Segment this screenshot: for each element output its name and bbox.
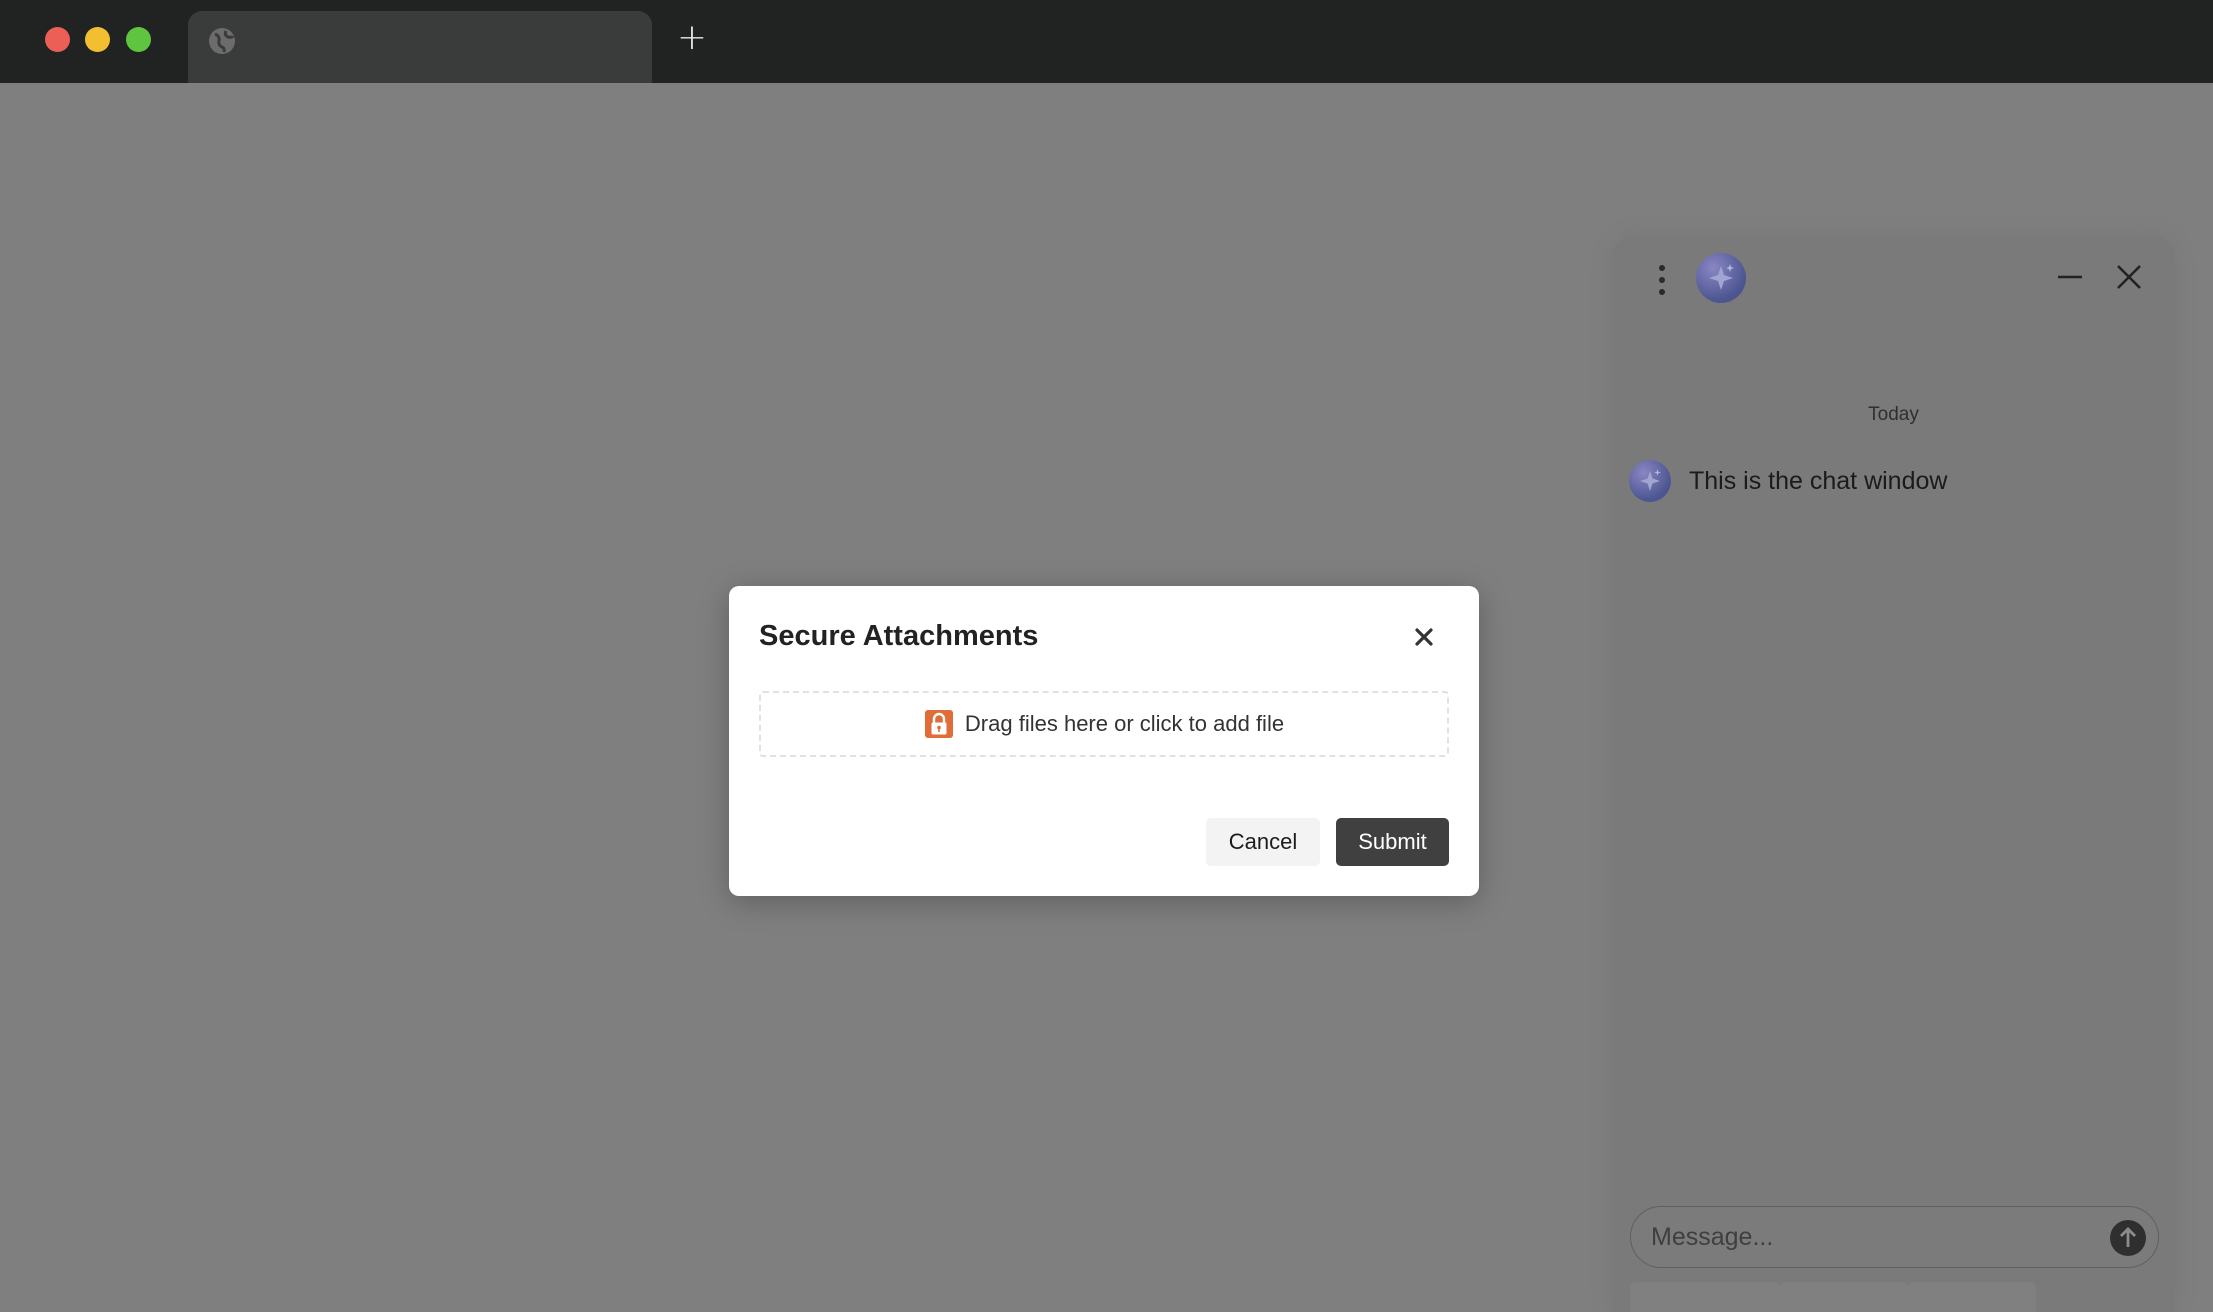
dialog-close-button[interactable] <box>1411 624 1437 650</box>
message-text: This is the chat window <box>1689 466 1948 495</box>
file-dropzone[interactable]: Drag files here or click to add file <box>759 691 1449 757</box>
chat-window: Today This is the chat window <box>1612 236 2175 1312</box>
chat-message: This is the chat window <box>1629 460 1947 502</box>
dialog-title: Secure Attachments <box>759 620 1039 652</box>
close-icon <box>1415 628 1433 646</box>
lock-icon <box>924 710 953 738</box>
chat-footer <box>1612 1282 2175 1312</box>
secure-attachments-dialog: Secure Attachments Drag files here or cl… <box>729 586 1479 896</box>
message-input[interactable] <box>1651 1207 2091 1267</box>
window-close-button[interactable] <box>45 27 70 52</box>
minimize-icon[interactable] <box>2055 262 2085 292</box>
bot-avatar-sparkle-icon <box>1629 460 1671 502</box>
browser-tab[interactable] <box>188 11 652 83</box>
more-vertical-icon[interactable] <box>1652 262 1672 298</box>
window-maximize-button[interactable] <box>126 27 151 52</box>
message-composer <box>1630 1206 2159 1268</box>
close-icon[interactable] <box>2114 262 2144 292</box>
sparkle-icon <box>1696 253 1746 303</box>
new-tab-button[interactable]: + <box>676 19 708 57</box>
cancel-button[interactable]: Cancel <box>1206 818 1320 866</box>
window-minimize-button[interactable] <box>85 27 110 52</box>
submit-button[interactable]: Submit <box>1336 818 1449 866</box>
browser-toolbar: + <box>0 0 2213 83</box>
arrow-up-icon <box>2120 1227 2136 1247</box>
globe-icon <box>209 28 235 54</box>
date-separator: Today <box>1868 404 1919 425</box>
send-button[interactable] <box>2110 1220 2146 1256</box>
dropzone-text: Drag files here or click to add file <box>964 711 1285 736</box>
